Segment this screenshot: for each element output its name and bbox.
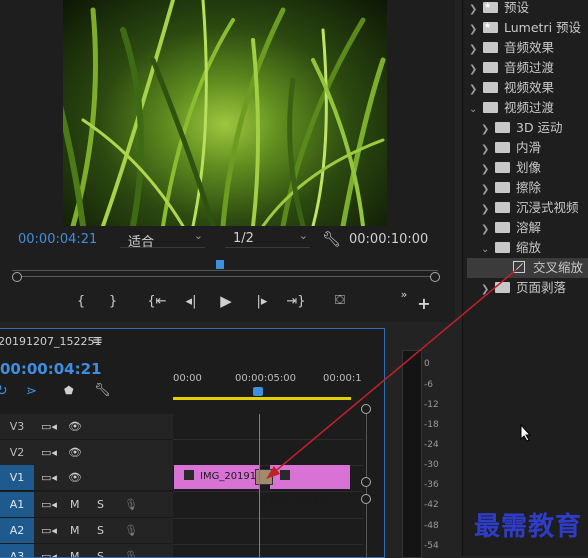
watermark-logo: 最需教育 — [473, 512, 582, 542]
drag-annotation-arrow — [266, 269, 517, 479]
mouse-cursor-icon — [520, 424, 532, 442]
